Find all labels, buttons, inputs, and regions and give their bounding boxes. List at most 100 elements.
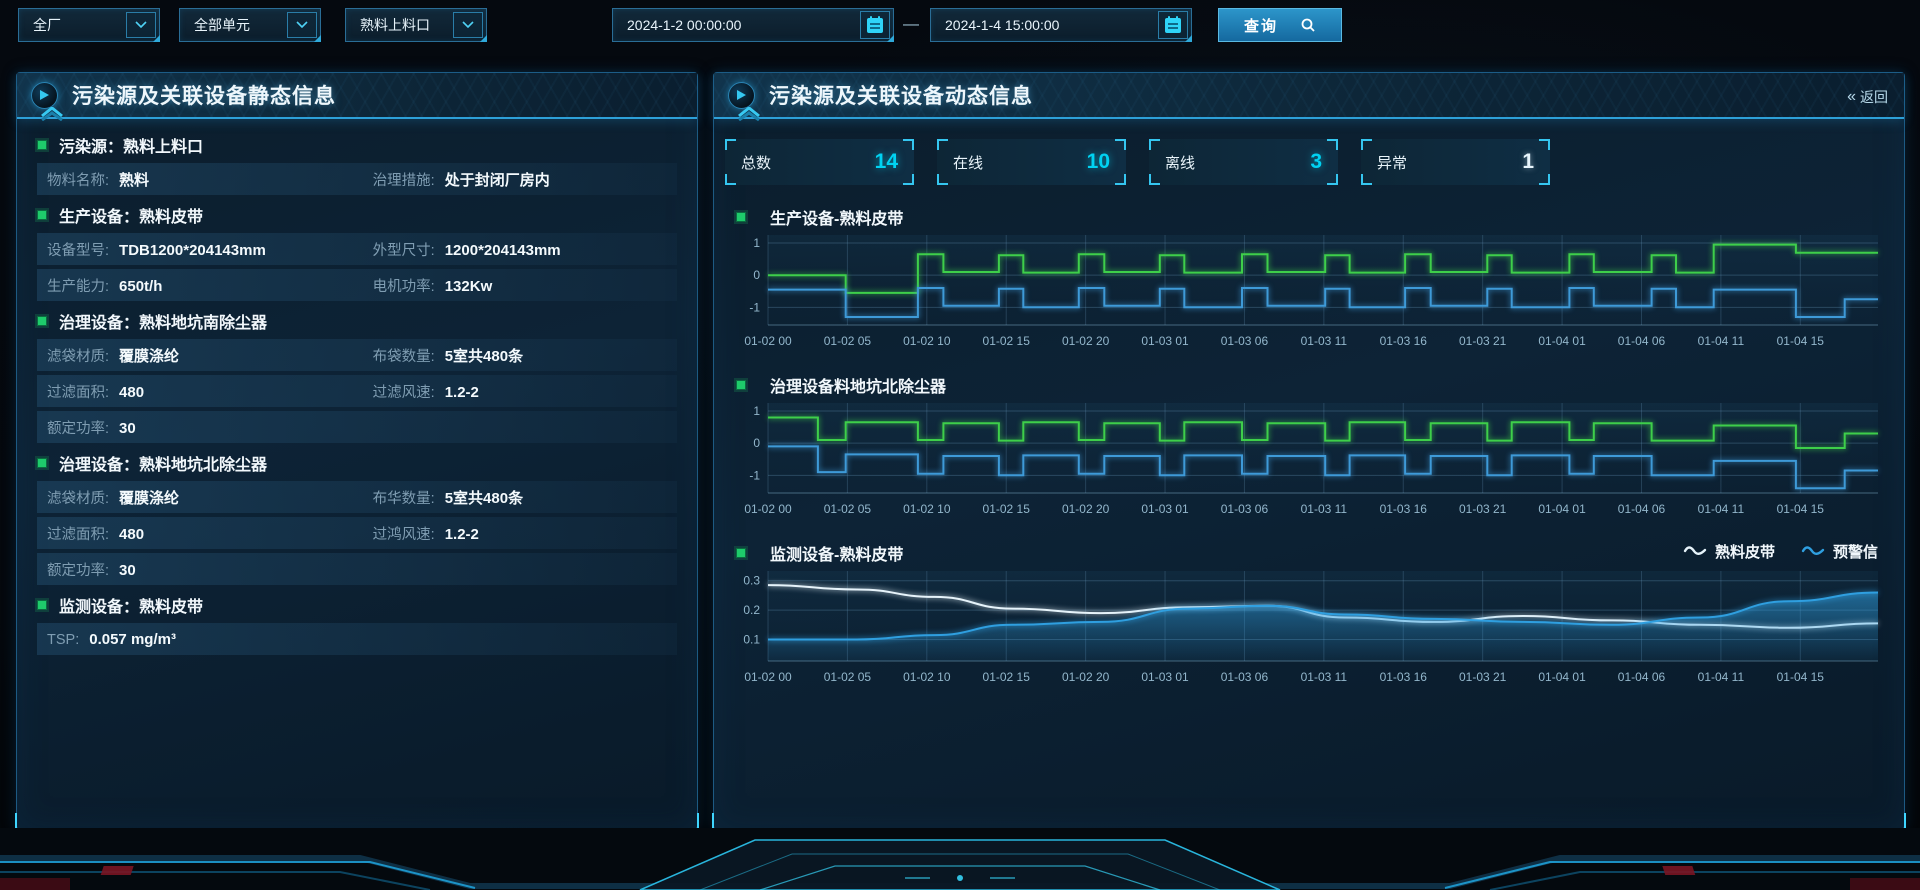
field-label: 额定功率: [47, 559, 109, 580]
chart2-plot: 01-02 0001-02 0501-02 1001-02 1501-02 20… [726, 399, 1894, 524]
section-header: 生产设备：熟料皮带 [37, 202, 677, 227]
legend-wave-icon [1683, 543, 1707, 560]
corner-bracket [1361, 174, 1372, 185]
stats-row: 总数14 在线10 离线3 异常1 [725, 139, 1550, 187]
calendar-icon[interactable] [860, 11, 890, 39]
x-tick-label: 01-02 15 [983, 334, 1031, 348]
y-tick-label: 0.2 [743, 603, 760, 617]
x-tick-label: 01-02 15 [983, 502, 1031, 516]
info-row: TSP:0.057 mg/m³ [37, 623, 677, 655]
chart3-title-row: 监测设备-熟料皮带 熟料皮带 预警信 [736, 541, 1884, 565]
play-icon [728, 82, 755, 109]
info-cell: 过鸿风速: 1.2-2 [373, 523, 479, 544]
field-label: TSP: [47, 632, 79, 648]
field-value: 处于封闭厂房内 [445, 169, 550, 190]
x-tick-label: 01-03 01 [1141, 502, 1189, 516]
x-tick-label: 01-03 21 [1459, 502, 1507, 516]
date-to-input[interactable]: 2024-1-4 15:00:00 [930, 8, 1192, 42]
x-tick-label: 01-04 01 [1538, 670, 1586, 684]
info-row: 物料名称:熟料治理措施:处于封闭厂房内 [37, 163, 677, 195]
x-tick-label: 01-02 20 [1062, 502, 1110, 516]
field-label: 电机功率: [373, 275, 435, 296]
x-tick-label: 01-03 21 [1459, 334, 1507, 348]
chevron-down-icon[interactable] [453, 12, 483, 38]
dynamic-info-panel: 污染源及关联设备动态信息 « 返回 总数14 在线10 离线3 异常1 生产设备-熟料… [713, 72, 1905, 830]
stat-card[interactable]: 异常1 [1361, 139, 1550, 185]
chevron-decoration [736, 107, 762, 126]
legend-label: 熟料皮带 [1715, 541, 1775, 562]
chart2-title: 治理设备料地坑北除尘器 [770, 373, 946, 397]
field-value: 5室共480条 [445, 487, 523, 508]
chevron-decoration [39, 107, 65, 126]
x-tick-label: 01-02 10 [903, 502, 951, 516]
query-button[interactable]: 查询 [1218, 8, 1342, 42]
section-header-text: 生产设备：熟料皮带 [59, 203, 203, 227]
chart1-title-row: 生产设备-熟料皮带 [736, 205, 1884, 229]
x-tick-label: 01-03 01 [1141, 334, 1189, 348]
field-value: 覆膜涤纶 [119, 487, 179, 508]
x-tick-label: 01-03 01 [1141, 670, 1189, 684]
field-value: 1.2-2 [445, 526, 479, 543]
section-header-text: 污染源：熟料上料口 [59, 133, 203, 157]
back-button-label: 返回 [1860, 87, 1888, 107]
date-to-value: 2024-1-4 15:00:00 [931, 17, 1158, 33]
legend-item[interactable]: 预警信 [1801, 541, 1878, 562]
corner-bracket [903, 174, 914, 185]
date-from-input[interactable]: 2024-1-2 00:00:00 [612, 8, 894, 42]
info-cell: 额定功率:30 [43, 417, 373, 438]
unit-select[interactable]: 全部单元 [179, 8, 321, 42]
calendar-icon[interactable] [1158, 11, 1188, 39]
field-label: 滤袋材质: [47, 345, 109, 366]
field-label: 滤袋材质: [47, 487, 109, 508]
field-label: 过滤面积: [47, 523, 109, 544]
source-select-value: 熟料上料口 [346, 15, 453, 35]
green-square-icon [37, 316, 47, 326]
x-tick-label: 01-04 01 [1538, 334, 1586, 348]
chart3-plot: 01-02 0001-02 0501-02 1001-02 1501-02 20… [726, 567, 1894, 692]
green-square-icon [736, 212, 746, 222]
plant-select-value: 全厂 [19, 15, 126, 35]
field-label: 治理措施: [373, 169, 435, 190]
field-label: 过滤面积: [47, 381, 109, 402]
chevron-down-icon[interactable] [126, 12, 156, 38]
field-value: 30 [119, 562, 136, 579]
x-tick-label: 01-02 20 [1062, 334, 1110, 348]
x-tick-label: 01-03 06 [1221, 334, 1269, 348]
field-value: 132Kw [445, 278, 493, 295]
section-header-text: 监测设备：熟料皮带 [59, 593, 203, 617]
plant-select[interactable]: 全厂 [18, 8, 160, 42]
field-value: 650t/h [119, 278, 162, 295]
stat-card[interactable]: 离线3 [1149, 139, 1338, 185]
dynamic-panel-title: 污染源及关联设备动态信息 [769, 80, 1033, 110]
chevron-down-icon[interactable] [287, 12, 317, 38]
stat-card[interactable]: 在线10 [937, 139, 1126, 185]
x-tick-label: 01-04 15 [1777, 502, 1825, 516]
x-tick-label: 01-02 10 [903, 670, 951, 684]
x-tick-label: 01-03 11 [1301, 334, 1348, 348]
x-tick-label: 01-02 05 [824, 502, 872, 516]
y-tick-label: 0 [753, 268, 760, 282]
legend-label: 预警信 [1833, 541, 1878, 562]
x-tick-label: 01-04 15 [1777, 670, 1825, 684]
stat-card[interactable]: 总数14 [725, 139, 914, 185]
field-label: 过鸿风速: [373, 523, 435, 544]
corner-bracket [1361, 139, 1372, 150]
field-value: 480 [119, 526, 144, 543]
corner-bracket [1327, 139, 1338, 150]
x-tick-label: 01-04 11 [1698, 502, 1745, 516]
info-row: 额定功率:30 [37, 411, 677, 443]
section-header-text: 治理设备：熟料地坑北除尘器 [59, 451, 267, 475]
stat-label: 离线 [1165, 152, 1195, 173]
chart3-title: 监测设备-熟料皮带 [770, 541, 903, 565]
field-label: 布袋数量: [373, 345, 435, 366]
source-select[interactable]: 熟料上料口 [345, 8, 487, 42]
field-value: 30 [119, 420, 136, 437]
legend-item[interactable]: 熟料皮带 [1683, 541, 1775, 562]
dashboard-screen: 全厂 全部单元 熟料上料口 2024-1-2 00:00:00 — 2024-1 [0, 0, 1920, 890]
date-range-separator: — [903, 8, 919, 42]
x-tick-label: 01-03 21 [1459, 670, 1507, 684]
back-button[interactable]: « 返回 [1847, 87, 1888, 107]
field-label: 外型尺寸: [373, 239, 435, 260]
field-label: 设备型号: [47, 239, 109, 260]
toolbar: 全厂 全部单元 熟料上料口 2024-1-2 00:00:00 — 2024-1 [0, 8, 1920, 44]
